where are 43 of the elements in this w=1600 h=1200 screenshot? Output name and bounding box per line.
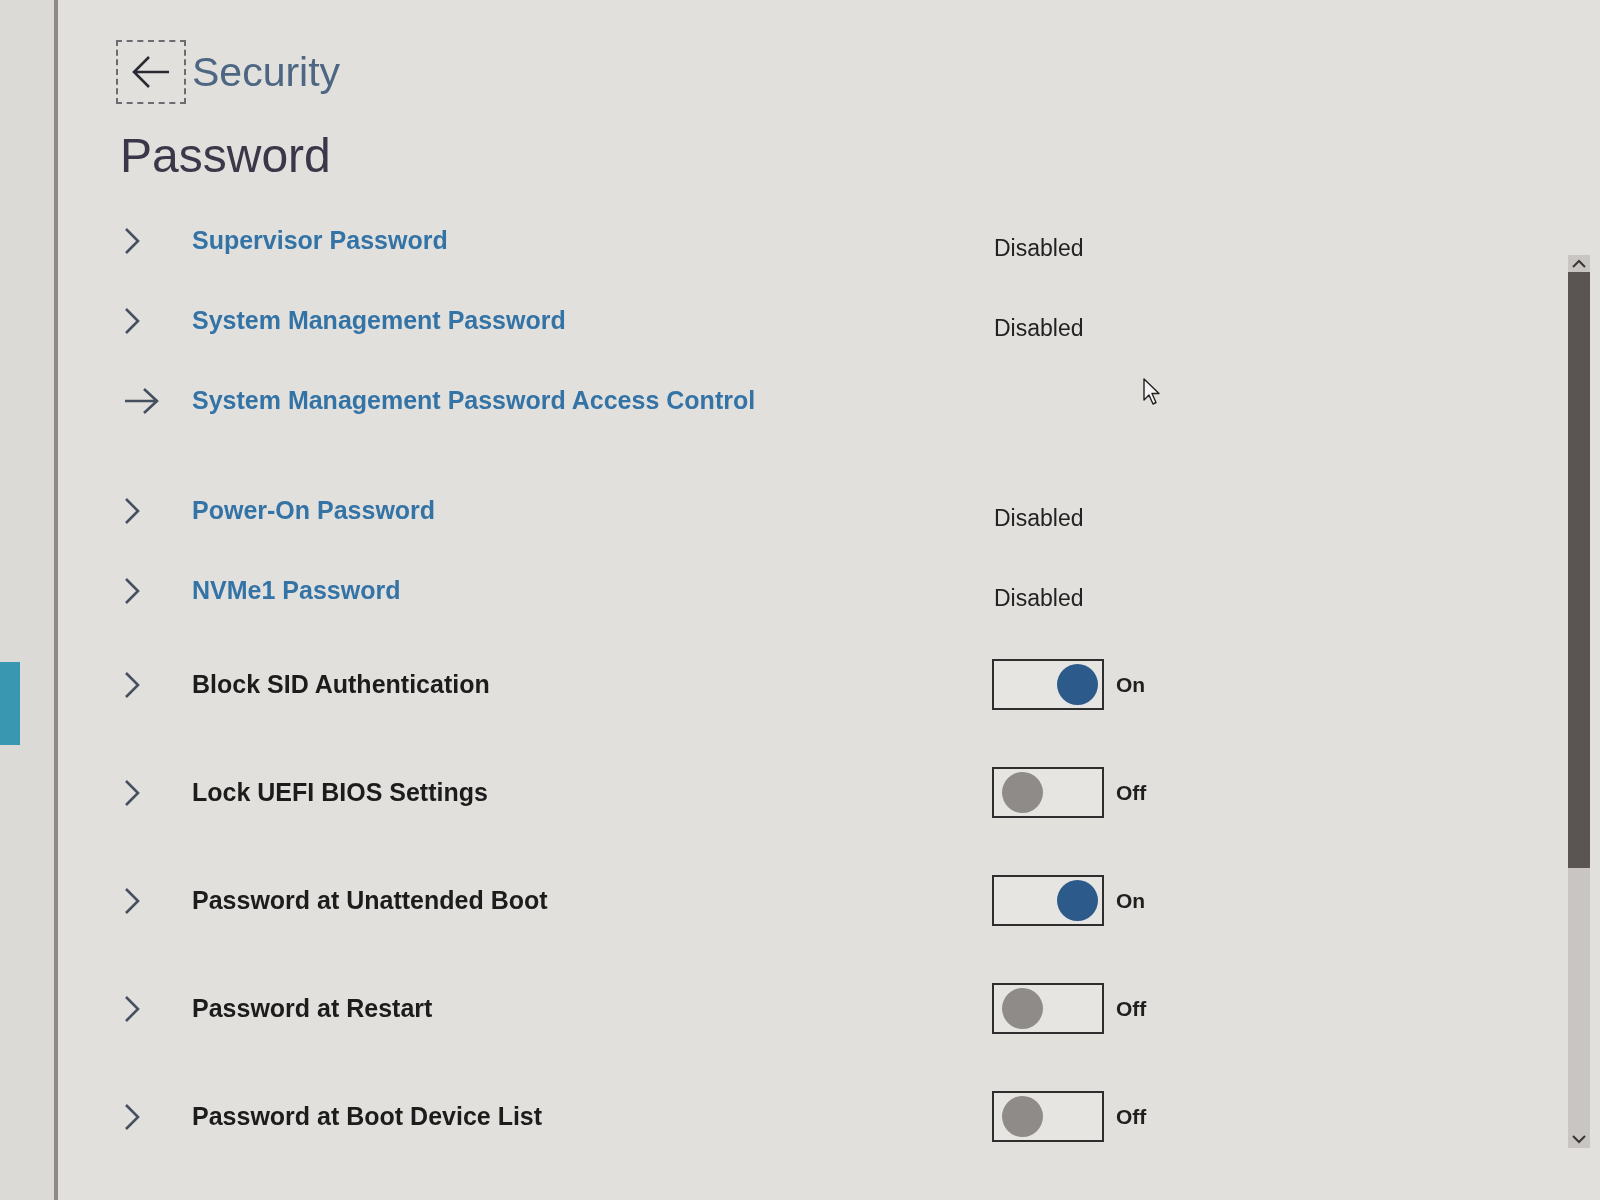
toggle-switch[interactable] <box>992 983 1104 1035</box>
setting-link[interactable]: System Management Password Access Control <box>192 382 992 420</box>
setting-value: Disabled <box>994 503 1084 533</box>
toggle-switch[interactable] <box>992 1091 1104 1143</box>
setting-link[interactable]: System Management Password <box>192 302 992 340</box>
setting-label: Password at Restart <box>192 993 434 1025</box>
chevron-right-icon[interactable] <box>124 1102 140 1131</box>
setting-link[interactable]: Supervisor Password <box>192 222 992 260</box>
chevron-right-icon[interactable] <box>124 226 140 255</box>
setting-value: Disabled <box>994 233 1084 263</box>
setting-label: Password at Unattended Boot <box>192 885 549 917</box>
chevron-right-icon[interactable] <box>124 886 140 915</box>
right-arrow-icon[interactable] <box>124 386 160 415</box>
chevron-right-icon[interactable] <box>124 306 140 335</box>
toggle-switch[interactable] <box>992 767 1104 819</box>
back-button[interactable] <box>116 40 186 104</box>
chevron-right-icon[interactable] <box>124 778 140 807</box>
scroll-up-icon[interactable] <box>1572 259 1586 268</box>
breadcrumb-title: Security <box>192 51 341 93</box>
chevron-right-icon[interactable] <box>124 670 140 699</box>
setting-value: Disabled <box>994 313 1084 343</box>
toggle-state-label: Off <box>1116 1104 1147 1131</box>
toggle-state-label: Off <box>1116 996 1147 1023</box>
page-title: Password <box>120 130 332 183</box>
toggle-switch[interactable] <box>992 659 1104 711</box>
toggle-state-label: On <box>1116 672 1146 699</box>
setting-label: Lock UEFI BIOS Settings <box>192 777 489 809</box>
toggle-state-label: Off <box>1116 780 1147 807</box>
chevron-right-icon[interactable] <box>124 576 140 605</box>
mouse-pointer-icon <box>1143 378 1161 405</box>
setting-link[interactable]: NVMe1 Password <box>192 572 992 610</box>
toggle-state-label: On <box>1116 888 1146 915</box>
setting-link[interactable]: Power-On Password <box>192 492 992 530</box>
chevron-right-icon[interactable] <box>124 994 140 1023</box>
setting-label: Password at Boot Device List <box>192 1101 544 1133</box>
scroll-down-icon[interactable] <box>1572 1135 1586 1144</box>
back-arrow-icon <box>131 55 171 89</box>
chevron-right-icon[interactable] <box>124 496 140 525</box>
scrollbar[interactable] <box>1568 255 1590 1148</box>
scroll-thumb[interactable] <box>1568 272 1590 868</box>
setting-value: Disabled <box>994 583 1084 613</box>
toggle-switch[interactable] <box>992 875 1104 927</box>
setting-label: Block SID Authentication <box>192 669 491 701</box>
